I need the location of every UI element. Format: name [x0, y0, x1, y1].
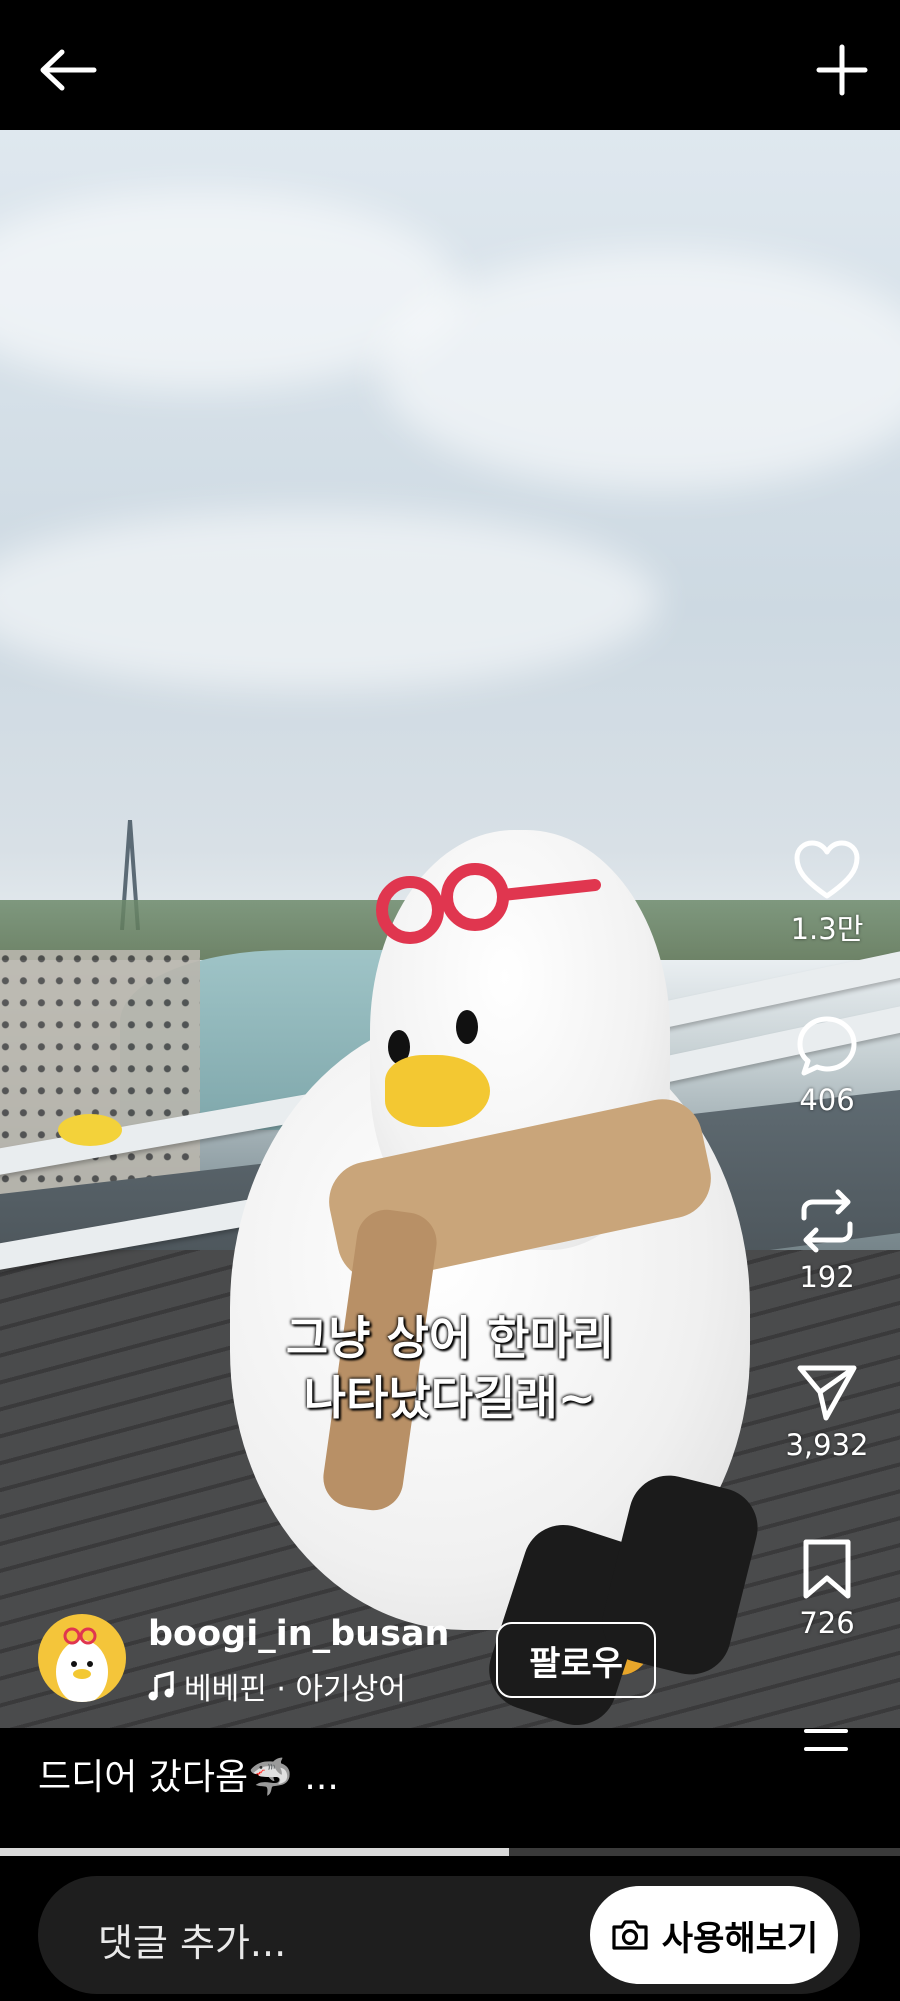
add-button[interactable]: [802, 30, 882, 110]
repost-count: 192: [799, 1260, 855, 1294]
repost-button[interactable]: 192: [782, 1188, 872, 1294]
share-count: 3,932: [785, 1428, 869, 1462]
subtitle-line: 그냥 상어 한마리: [285, 1311, 615, 1365]
comment-button[interactable]: 406: [782, 1015, 872, 1117]
mascot-glasses: [376, 863, 601, 944]
mascot-eye: [456, 1010, 478, 1044]
author-row: boogi_in_busan 베베핀 · 아기상어 팔로우: [38, 1614, 738, 1708]
crowd: [0, 950, 200, 1210]
mascot-beak: [385, 1055, 490, 1127]
more-lines-icon[interactable]: [803, 1728, 849, 1752]
video-subtitle: 그냥 상어 한마리 나타났다길래~: [0, 1308, 900, 1428]
plus-icon: [816, 44, 868, 96]
speech-bubble-icon: [797, 1016, 857, 1076]
avatar[interactable]: [38, 1614, 126, 1702]
try-button[interactable]: 사용해보기: [590, 1886, 838, 1984]
comment-input[interactable]: 댓글 추가...: [98, 1912, 286, 1967]
subtitle-line: 나타났다길래~: [303, 1371, 597, 1425]
camera-icon: [612, 1920, 648, 1950]
caption-text[interactable]: 드디어 갔다옴🦈 ...: [38, 1748, 339, 1800]
save-button[interactable]: 726: [782, 1538, 872, 1640]
caption-row: 드디어 갔다옴🦈 ...: [0, 1728, 900, 1846]
music-info[interactable]: 베베핀 · 아기상어: [148, 1664, 406, 1708]
video-progress-fill: [0, 1848, 509, 1856]
music-note-icon: [148, 1671, 174, 1701]
save-count: 726: [799, 1606, 855, 1640]
top-bar: [0, 0, 900, 130]
reel-video[interactable]: 그냥 상어 한마리 나타났다길래~: [0, 130, 900, 1728]
like-button[interactable]: 1.3만: [782, 840, 872, 948]
avatar-mascot-image: [56, 1627, 108, 1702]
share-button[interactable]: 3,932: [782, 1362, 872, 1462]
heart-icon: [794, 840, 860, 899]
paper-plane-icon: [797, 1365, 857, 1421]
cloud: [0, 510, 660, 690]
arrow-left-icon: [40, 49, 97, 91]
try-label: 사용해보기: [661, 1918, 819, 1959]
follow-button[interactable]: 팔로우: [496, 1622, 656, 1698]
cloud: [380, 250, 900, 490]
back-button[interactable]: [28, 30, 108, 110]
music-label: 베베핀 · 아기상어: [184, 1672, 406, 1707]
comment-count: 406: [799, 1083, 855, 1117]
repost-icon: [801, 1189, 853, 1253]
yellow-hand: [58, 1114, 122, 1146]
video-progress-bar[interactable]: [0, 1848, 900, 1856]
like-count: 1.3만: [790, 912, 864, 946]
username[interactable]: boogi_in_busan: [148, 1614, 449, 1654]
bookmark-icon: [803, 1539, 851, 1599]
comment-bar[interactable]: 댓글 추가... 사용해보기: [38, 1876, 860, 1994]
